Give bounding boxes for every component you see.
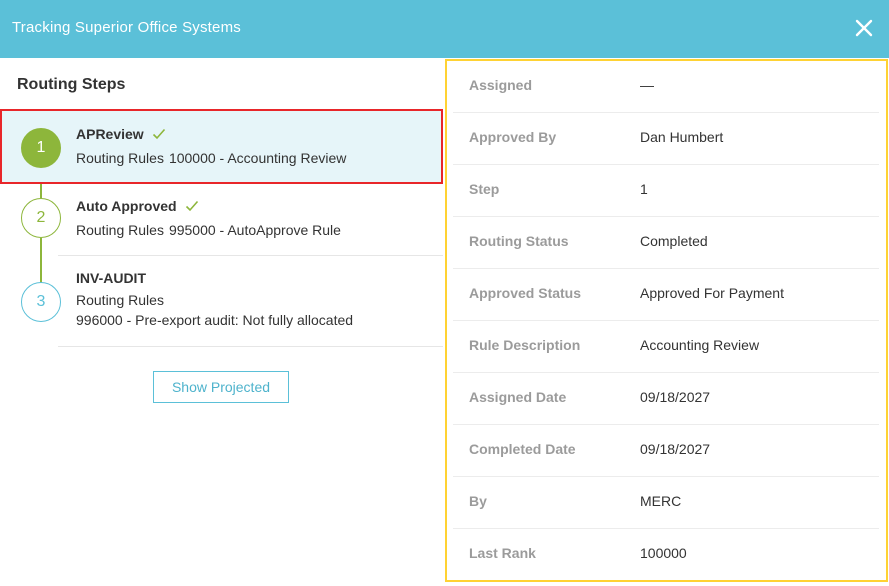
step-name: INV-AUDIT (76, 270, 146, 286)
detail-value: MERC (640, 493, 682, 509)
routing-step-3[interactable]: 3 INV-AUDIT Routing Rules 996000 - Pre-e… (0, 256, 443, 346)
detail-label: Assigned (469, 77, 533, 93)
detail-label: Approved By (469, 129, 557, 145)
detail-row-step: Step 1 (453, 165, 879, 217)
step-rule-value: 996000 - Pre-export audit: Not fully all… (76, 312, 354, 328)
step-name: Auto Approved (76, 198, 177, 214)
routing-step-2[interactable]: 2 Auto Approved Routing Rules 995000 - Au… (0, 184, 443, 255)
detail-label: Completed Date (469, 441, 576, 457)
detail-label: Routing Status (469, 233, 569, 249)
detail-row-completed-date: Completed Date 09/18/2027 (453, 425, 879, 477)
detail-value: Approved For Payment (640, 285, 784, 301)
routing-steps-panel: Routing Steps 1 APReview Routing Rules 10… (0, 58, 445, 586)
detail-value: Accounting Review (640, 337, 760, 353)
show-projected-button[interactable]: Show Projected (153, 371, 289, 403)
step-rule-label: Routing Rules (76, 222, 164, 238)
detail-label: Rule Description (469, 337, 581, 353)
routing-step-1[interactable]: 1 APReview Routing Rules 100000 - Account… (0, 109, 443, 184)
detail-value: 1 (640, 181, 648, 197)
detail-value: — (640, 77, 654, 93)
routing-steps-title: Routing Steps (17, 76, 126, 93)
detail-row-by: By MERC (453, 477, 879, 529)
detail-label: Approved Status (469, 285, 582, 301)
step-number-circle: 3 (21, 282, 61, 322)
step-rule-label: Routing Rules (76, 150, 164, 166)
detail-row-rule-description: Rule Description Accounting Review (453, 321, 879, 373)
detail-label: Assigned Date (469, 389, 567, 405)
divider (58, 346, 443, 347)
detail-row-assigned-date: Assigned Date 09/18/2027 (453, 373, 879, 425)
checkmark-icon (152, 127, 166, 145)
detail-value: 09/18/2027 (640, 389, 711, 405)
detail-row-approved-status: Approved Status Approved For Payment (453, 269, 879, 321)
detail-label: Last Rank (469, 545, 536, 561)
detail-label: By (469, 493, 487, 509)
step-rule-value: 100000 - Accounting Review (168, 150, 347, 166)
detail-row-approved-by: Approved By Dan Humbert (453, 113, 879, 165)
step-number-circle: 2 (21, 198, 61, 238)
detail-value: 09/18/2027 (640, 441, 711, 457)
close-icon[interactable] (853, 17, 875, 39)
step-number: 3 (36, 293, 46, 310)
step-details-panel: Assigned — Approved By Dan Humbert Step … (445, 59, 888, 582)
step-number: 2 (36, 209, 46, 226)
detail-row-routing-status: Routing Status Completed (453, 217, 879, 269)
checkmark-icon (185, 199, 199, 217)
dialog-title: Tracking Superior Office Systems (12, 19, 241, 36)
detail-value: Dan Humbert (640, 129, 724, 145)
detail-row-last-rank: Last Rank 100000 (453, 529, 879, 581)
step-rule-value: 995000 - AutoApprove Rule (168, 222, 341, 238)
detail-row-assigned: Assigned — (453, 61, 879, 113)
step-number-circle: 1 (21, 128, 61, 168)
step-number: 1 (36, 139, 46, 156)
detail-value: Completed (640, 233, 708, 249)
dialog-header: Tracking Superior Office Systems (0, 0, 889, 58)
step-rule-label: Routing Rules (76, 292, 164, 308)
detail-value: 100000 (640, 545, 687, 561)
step-name: APReview (76, 126, 144, 142)
detail-label: Step (469, 181, 500, 197)
